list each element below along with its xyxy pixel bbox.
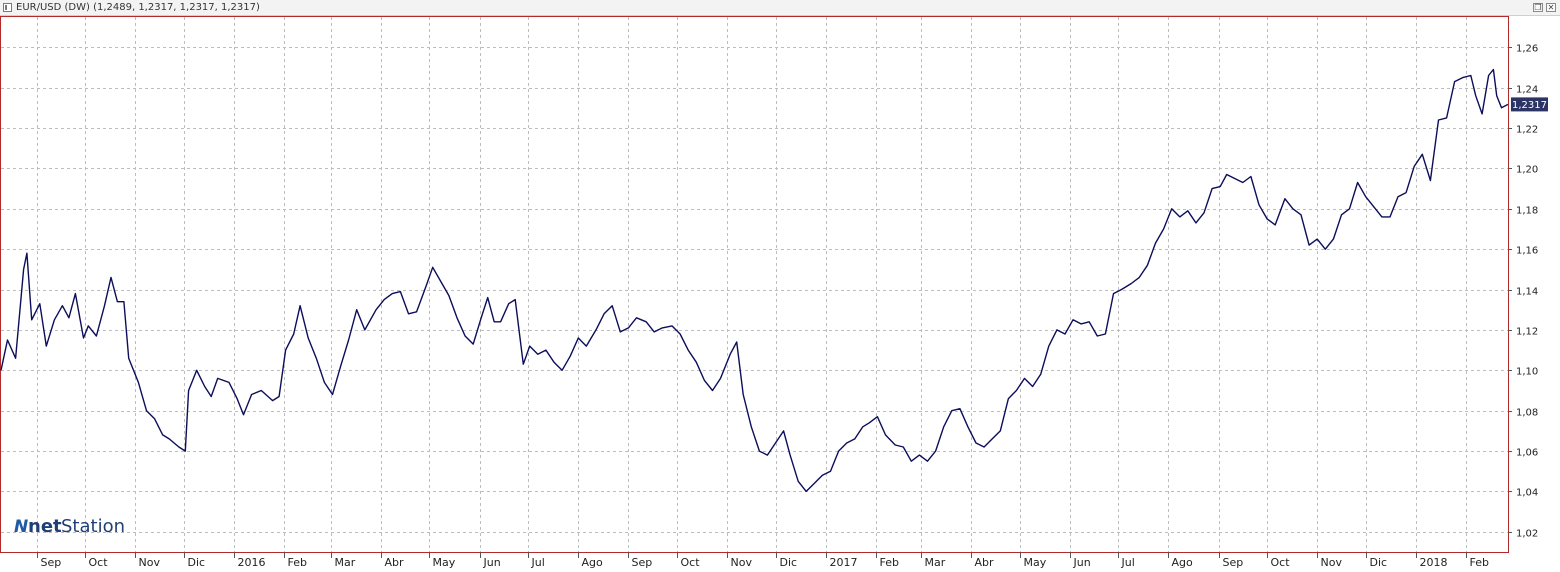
y-tick-label: 1,20: [1516, 165, 1538, 176]
x-tick-label: Mar: [925, 556, 946, 569]
x-tick-label: Dic: [780, 556, 798, 569]
last-price-label: 1,2317: [1512, 100, 1547, 111]
close-window-icon[interactable]: ✕: [1546, 3, 1556, 12]
x-tick-label: Oct: [681, 556, 701, 569]
window-icon: [3, 3, 12, 12]
x-tick-label: Jul: [531, 556, 545, 569]
window-title: EUR/USD (DW) (1,2489, 1,2317, 1,2317, 1,…: [16, 2, 260, 13]
y-tick-label: 1,08: [1516, 408, 1538, 419]
y-tick-label: 1,02: [1516, 529, 1538, 540]
x-tick-label: Sep: [632, 556, 653, 569]
x-tick-label: Dic: [1370, 556, 1388, 569]
y-tick-label: 1,12: [1516, 327, 1538, 338]
y-tick-label: 1,10: [1516, 367, 1538, 378]
y-tick-label: 1,06: [1516, 448, 1538, 459]
x-tick-label: Nov: [139, 556, 161, 569]
netstation-logo-icon: N: [14, 517, 29, 537]
x-tick-label: Dic: [188, 556, 206, 569]
x-tick-label: May: [1024, 556, 1047, 569]
x-tick-label: Oct: [89, 556, 109, 569]
logo-text-net: net: [28, 516, 62, 537]
chart-window: EUR/USD (DW) (1,2489, 1,2317, 1,2317, 1,…: [0, 0, 1560, 572]
x-tick-label: Oct: [1271, 556, 1291, 569]
plot-frame: [0, 16, 1509, 553]
x-tick-label: Jun: [483, 556, 501, 569]
x-tick-label: Ago: [582, 556, 604, 569]
x-tick-label: Feb: [880, 556, 899, 569]
x-tick-label: Jul: [1121, 556, 1135, 569]
x-tick-label: 2016: [238, 556, 266, 569]
logo-text-station: Station: [61, 516, 125, 537]
x-axis: Sep Oct Nov Dic 2016 Feb Mar Abr May Jun Jul Ago Sep…: [37, 552, 1489, 569]
restore-window-icon[interactable]: ❐: [1533, 3, 1543, 12]
x-tick-label: 2018: [1420, 556, 1448, 569]
x-tick-label: Abr: [975, 556, 995, 569]
y-tick-label: 1,24: [1516, 85, 1538, 96]
y-tick-label: 1,18: [1516, 206, 1538, 217]
x-tick-label: Ago: [1172, 556, 1194, 569]
x-tick-label: May: [433, 556, 456, 569]
x-tick-label: Abr: [385, 556, 405, 569]
x-tick-label: Jun: [1073, 556, 1091, 569]
y-axis: 1,02 1,04 1,06 1,08 1,10 1,12 1,14 1,16 1,18 1,20…: [1508, 44, 1538, 540]
y-tick-label: 1,22: [1516, 125, 1538, 136]
x-tick-label: 2017: [830, 556, 858, 569]
y-tick-label: 1,04: [1516, 488, 1538, 499]
y-tick-label: 1,16: [1516, 246, 1538, 257]
x-tick-label: Sep: [1223, 556, 1244, 569]
y-tick-label: 1,14: [1516, 287, 1538, 298]
x-tick-label: Feb: [288, 556, 307, 569]
price-chart[interactable]: 1,02 1,04 1,06 1,08 1,10 1,12 1,14 1,16 1,18 1,20…: [0, 16, 1560, 572]
x-tick-label: Mar: [335, 556, 356, 569]
last-price-marker: 1,2317: [1511, 97, 1548, 112]
window-titlebar[interactable]: EUR/USD (DW) (1,2489, 1,2317, 1,2317, 1,…: [0, 0, 1560, 16]
x-tick-label: Feb: [1470, 556, 1489, 569]
y-tick-label: 1,26: [1516, 44, 1538, 55]
x-tick-label: Nov: [731, 556, 753, 569]
x-tick-label: Nov: [1321, 556, 1343, 569]
x-tick-label: Sep: [41, 556, 62, 569]
